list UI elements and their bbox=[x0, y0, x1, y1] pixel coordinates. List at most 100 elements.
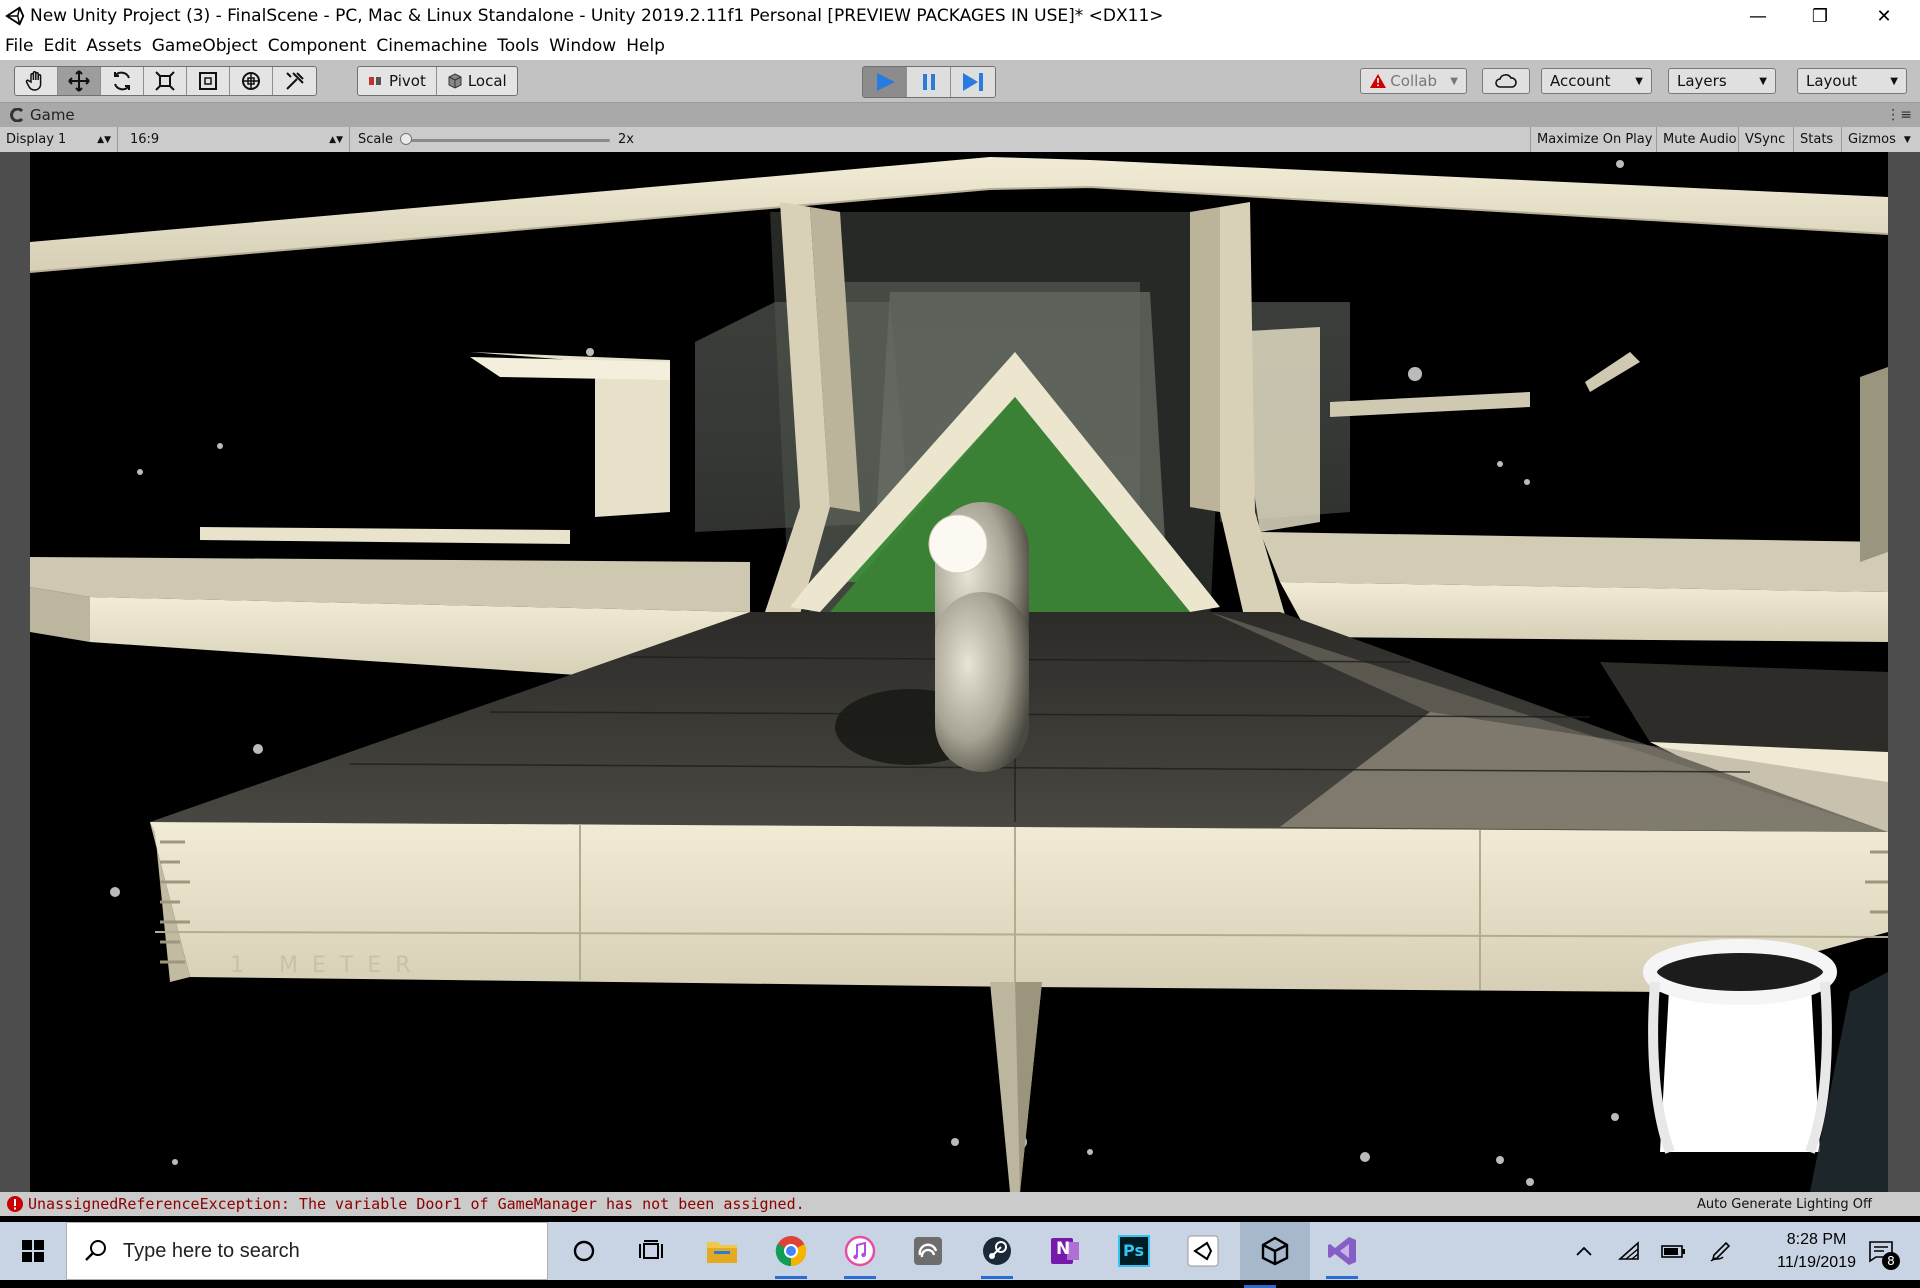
playback-controls bbox=[862, 66, 996, 98]
action-center-button[interactable]: 8 bbox=[1856, 1222, 1906, 1280]
chevron-down-icon: ▼ bbox=[1903, 134, 1911, 145]
console-error-message[interactable]: UnassignedReferenceException: The variab… bbox=[28, 1195, 805, 1213]
play-icon bbox=[876, 73, 895, 91]
warning-icon bbox=[1370, 74, 1386, 88]
maximize-button[interactable]: ❐ bbox=[1792, 0, 1848, 32]
gizmos-dropdown[interactable]: Gizmos ▼ bbox=[1842, 127, 1920, 152]
unity-editor-button[interactable] bbox=[1240, 1222, 1310, 1288]
battery-button[interactable] bbox=[1656, 1222, 1690, 1280]
itunes-button[interactable] bbox=[840, 1231, 880, 1279]
file-explorer-button[interactable] bbox=[702, 1231, 742, 1271]
scale-slider-thumb[interactable] bbox=[400, 133, 412, 145]
windows-logo-icon bbox=[22, 1240, 44, 1262]
aspect-dropdown[interactable]: 16:9 ▲▼ bbox=[124, 127, 350, 152]
window-title: New Unity Project (3) - FinalScene - PC,… bbox=[30, 6, 1164, 26]
show-hidden-icons-button[interactable] bbox=[1568, 1222, 1600, 1280]
clock-date: 11/19/2019 bbox=[1777, 1254, 1856, 1271]
rotate-tool-button[interactable] bbox=[101, 67, 144, 95]
layout-dropdown[interactable]: Layout ▼ bbox=[1797, 68, 1907, 94]
step-icon bbox=[963, 73, 983, 91]
play-button[interactable] bbox=[863, 67, 907, 97]
task-view-button[interactable] bbox=[631, 1231, 671, 1271]
cortana-button[interactable] bbox=[564, 1231, 604, 1271]
visual-studio-button[interactable] bbox=[1322, 1231, 1362, 1279]
lighting-status[interactable]: Auto Generate Lighting Off bbox=[1697, 1197, 1872, 1212]
menu-gameobject[interactable]: GameObject bbox=[147, 36, 263, 56]
scale-value: 2x bbox=[618, 132, 634, 147]
maximize-on-play-toggle[interactable]: Maximize On Play bbox=[1530, 127, 1657, 152]
chrome-button[interactable] bbox=[771, 1231, 811, 1279]
menu-window[interactable]: Window bbox=[544, 36, 621, 56]
menu-component[interactable]: Component bbox=[263, 36, 372, 56]
scale-slider-track[interactable] bbox=[402, 139, 610, 142]
unity-icon bbox=[1261, 1236, 1289, 1266]
white-cylinder bbox=[1643, 939, 1888, 1192]
battery-icon bbox=[1661, 1245, 1685, 1258]
account-dropdown[interactable]: Account ▼ bbox=[1541, 68, 1652, 94]
close-button[interactable]: ✕ bbox=[1856, 0, 1912, 32]
minimize-button[interactable]: — bbox=[1730, 0, 1786, 32]
wifi-icon bbox=[1617, 1241, 1639, 1260]
vsync-toggle[interactable]: VSync bbox=[1739, 127, 1794, 152]
transform-all-icon bbox=[242, 72, 260, 90]
status-bar[interactable]: UnassignedReferenceException: The variab… bbox=[0, 1192, 1920, 1216]
task-view-icon bbox=[639, 1240, 663, 1259]
cloud-app-button[interactable] bbox=[908, 1231, 948, 1271]
layers-dropdown[interactable]: Layers ▼ bbox=[1668, 68, 1776, 94]
tools-icon bbox=[285, 72, 304, 90]
menu-assets[interactable]: Assets bbox=[81, 36, 146, 56]
collab-dropdown[interactable]: Collab ▼ bbox=[1360, 68, 1467, 94]
custom-tool-button[interactable] bbox=[273, 67, 316, 95]
notification-badge: 8 bbox=[1882, 1252, 1900, 1270]
clock[interactable]: 8:28 PM 11/19/2019 bbox=[1777, 1228, 1856, 1274]
menu-file[interactable]: File bbox=[0, 36, 38, 56]
steam-button[interactable] bbox=[977, 1231, 1017, 1279]
move-arrows-icon bbox=[68, 70, 90, 92]
photoshop-button[interactable]: Ps bbox=[1114, 1231, 1154, 1271]
rect-tool-button[interactable] bbox=[187, 67, 230, 95]
search-icon bbox=[85, 1240, 106, 1261]
clock-time: 8:28 PM bbox=[1786, 1231, 1847, 1248]
tab-game[interactable]: Game bbox=[30, 106, 75, 124]
music-note-icon bbox=[844, 1235, 876, 1267]
cloud-button[interactable] bbox=[1482, 68, 1530, 94]
chrome-icon bbox=[775, 1236, 807, 1267]
local-button[interactable]: Local bbox=[437, 67, 517, 95]
transform-tool-button[interactable] bbox=[230, 67, 273, 95]
pen-button[interactable] bbox=[1704, 1222, 1738, 1280]
game-viewport[interactable]: 1 METER bbox=[0, 152, 1920, 1192]
mute-audio-toggle[interactable]: Mute Audio bbox=[1657, 127, 1739, 152]
menu-edit[interactable]: Edit bbox=[38, 36, 81, 56]
step-button[interactable] bbox=[951, 67, 995, 97]
game-tab-bar: Game ⋮≡ bbox=[0, 103, 1920, 127]
stats-toggle[interactable]: Stats bbox=[1794, 127, 1842, 152]
local-label: Local bbox=[467, 72, 507, 90]
display-dropdown[interactable]: Display 1 ▲▼ bbox=[0, 127, 118, 152]
tab-menu-icon[interactable]: ⋮≡ bbox=[1886, 107, 1912, 123]
rotate-icon bbox=[114, 71, 130, 91]
pen-icon bbox=[1710, 1241, 1731, 1262]
menu-cinemachine[interactable]: Cinemachine bbox=[371, 36, 492, 56]
game-view-controls: Display 1 ▲▼ 16:9 ▲▼ Scale 2x Maximize O… bbox=[0, 127, 1920, 153]
chevron-up-icon bbox=[1576, 1246, 1592, 1256]
account-label: Account bbox=[1550, 72, 1611, 90]
network-button[interactable] bbox=[1612, 1222, 1646, 1280]
taskbar-search[interactable] bbox=[66, 1222, 548, 1280]
scale-tool-button[interactable] bbox=[144, 67, 187, 95]
meter-label: 1 METER bbox=[230, 953, 425, 978]
unity-logo-icon bbox=[5, 6, 25, 26]
photoshop-label: Ps bbox=[1123, 1241, 1144, 1260]
hand-tool-button[interactable] bbox=[15, 67, 58, 95]
swirl-app-icon bbox=[914, 1237, 942, 1265]
game-scene[interactable]: 1 METER bbox=[30, 152, 1888, 1192]
menu-help[interactable]: Help bbox=[621, 36, 670, 56]
move-tool-button[interactable] bbox=[58, 67, 101, 95]
chevron-down-icon: ▼ bbox=[1635, 75, 1643, 87]
pause-button[interactable] bbox=[907, 67, 951, 97]
pivot-button[interactable]: Pivot bbox=[358, 67, 437, 95]
search-input[interactable] bbox=[121, 1238, 505, 1264]
menu-tools[interactable]: Tools bbox=[492, 36, 544, 56]
unity-hub-button[interactable] bbox=[1183, 1231, 1223, 1271]
onenote-button[interactable]: N bbox=[1045, 1231, 1085, 1271]
start-button[interactable] bbox=[0, 1222, 66, 1280]
